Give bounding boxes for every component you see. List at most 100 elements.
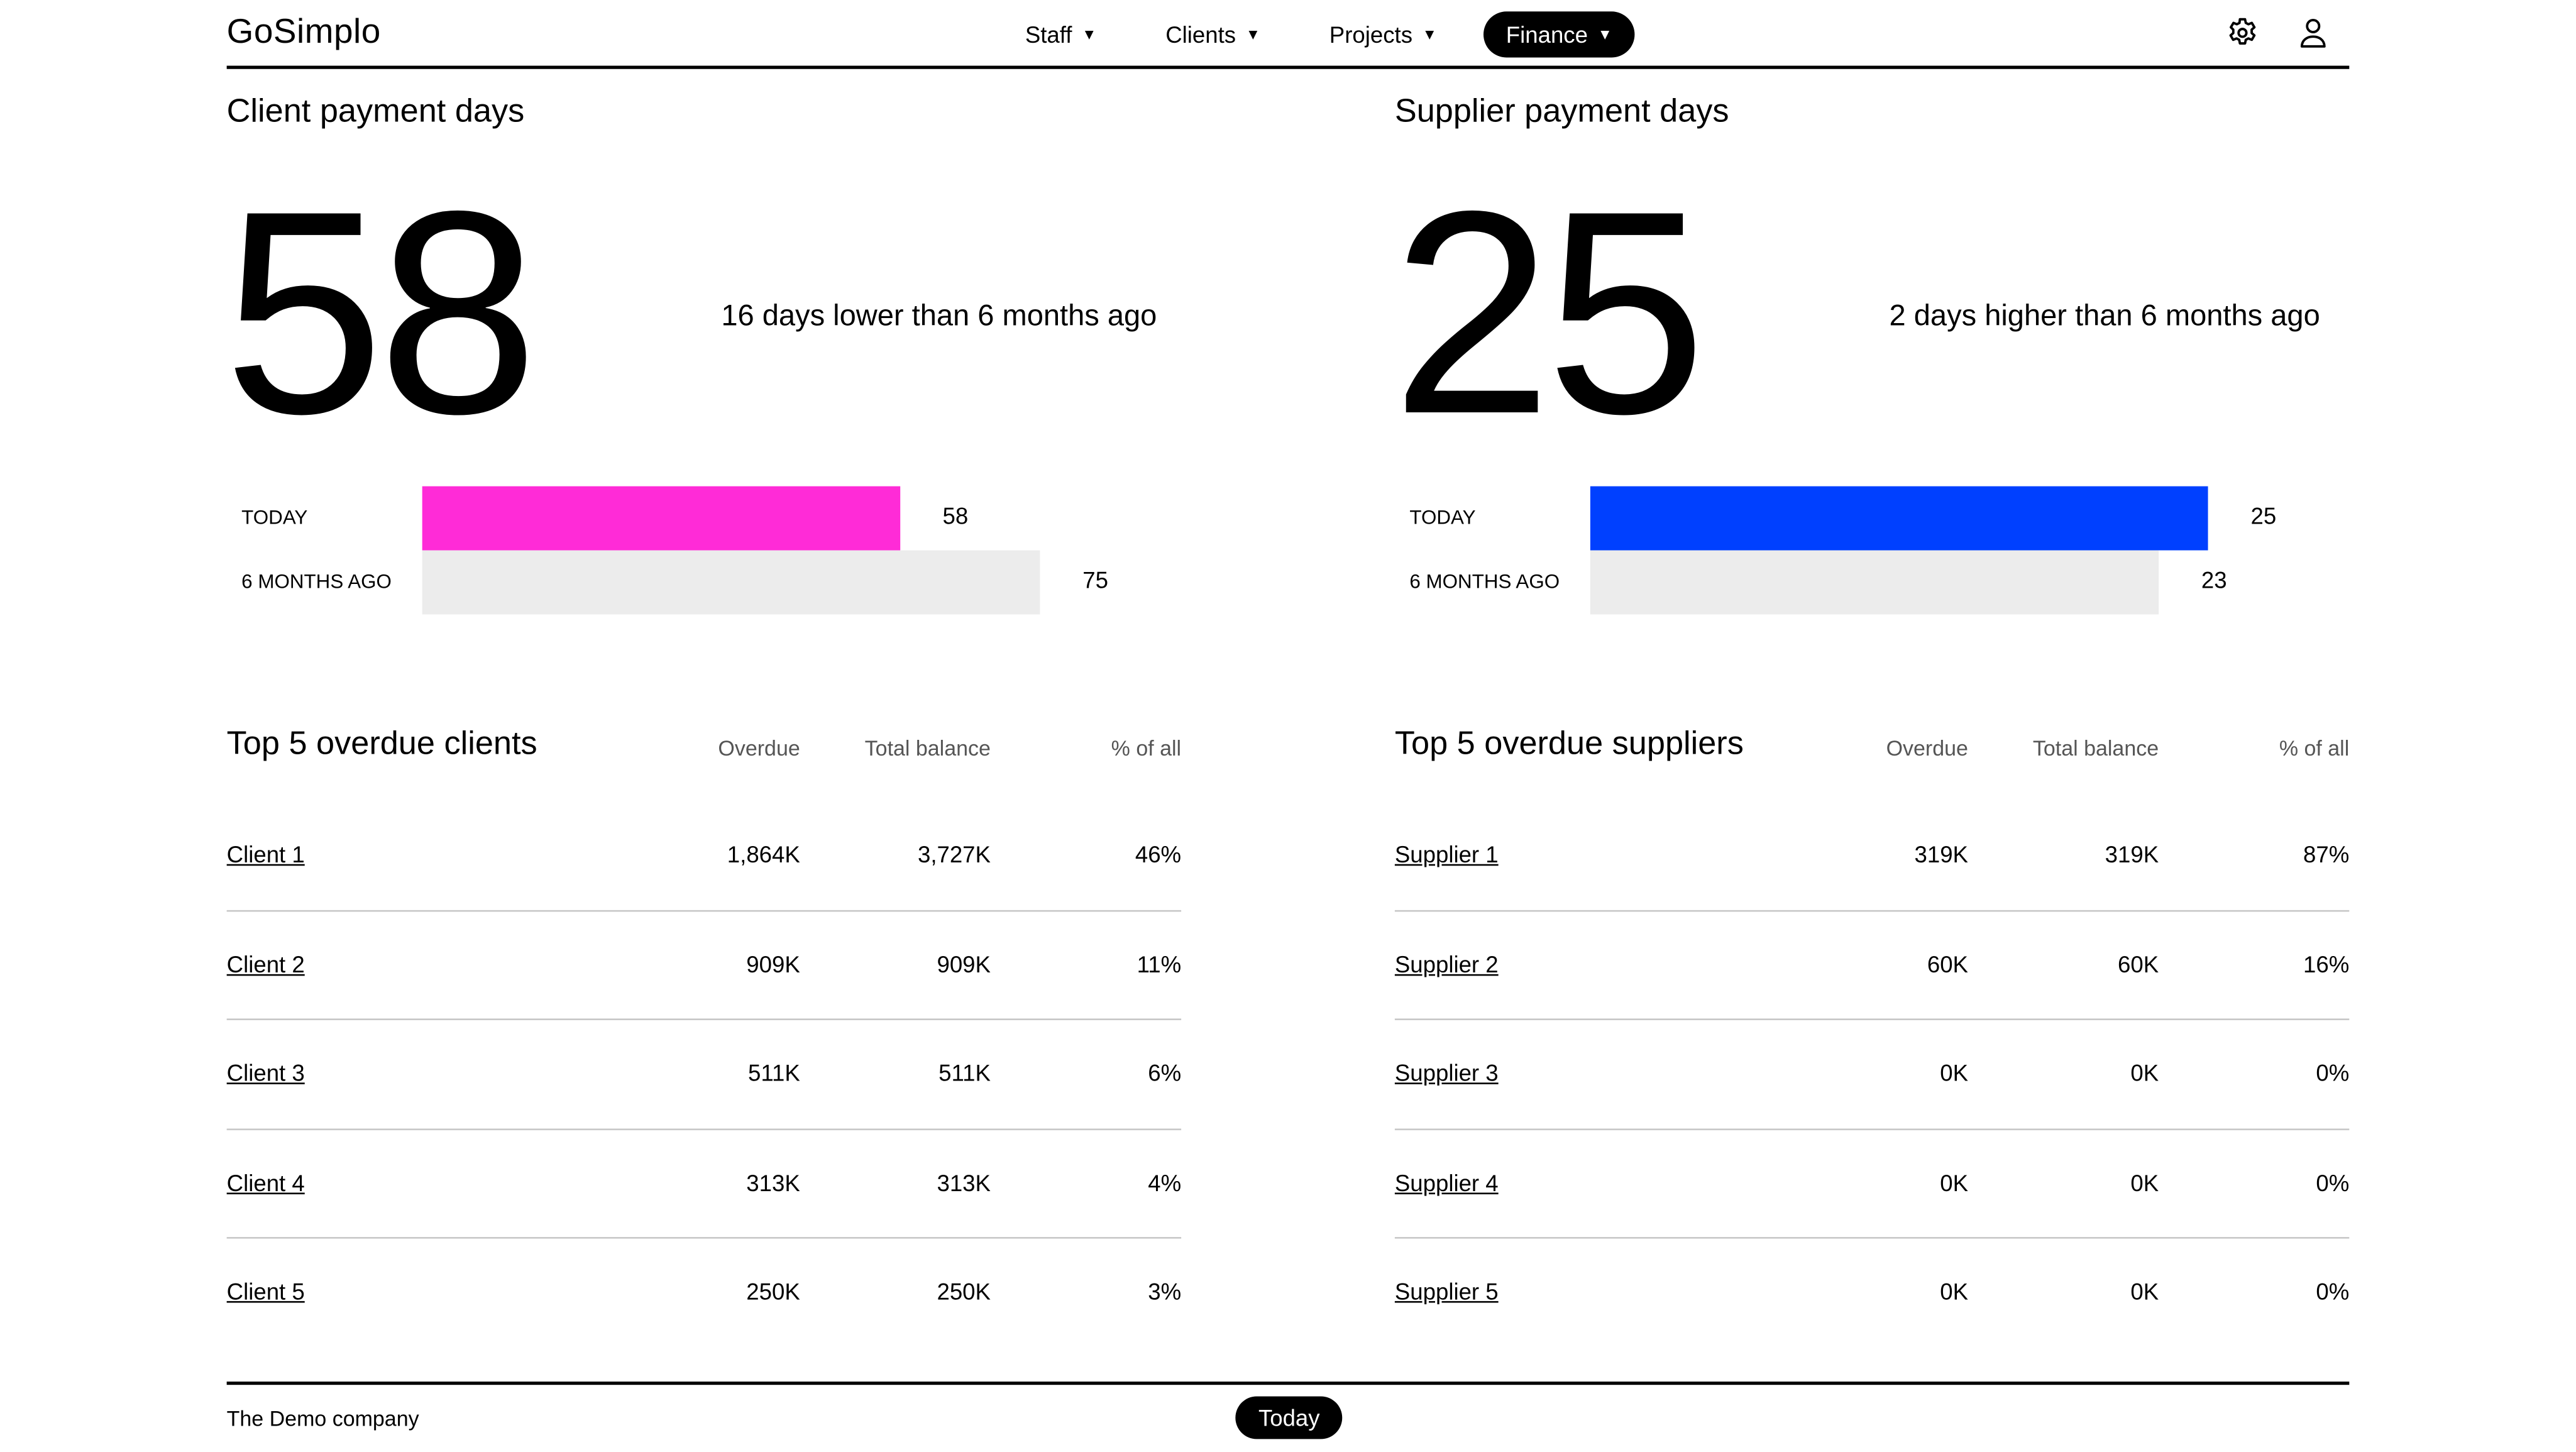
client-bar-label-6-months: 6 MONTHS AGO xyxy=(241,569,392,593)
pct-value: 3% xyxy=(1148,1278,1182,1305)
table-row: Supplier 3 0K 0K 0% xyxy=(1394,1020,2350,1130)
overdue-value: 511K xyxy=(748,1059,800,1086)
balance-value: 0K xyxy=(2130,1059,2159,1086)
table-row: Client 4 313K 313K 4% xyxy=(226,1130,1182,1239)
client-link[interactable]: Client 5 xyxy=(227,1278,305,1304)
nav-clients-label: Clients xyxy=(1165,21,1236,48)
client-bar-today xyxy=(422,486,900,551)
supplier-link[interactable]: Supplier 4 xyxy=(1395,1169,1499,1196)
nav-projects-label: Projects xyxy=(1329,21,1412,48)
table-body: Supplier 1 319K 319K 87% Supplier 2 60K 60K 16… xyxy=(1394,801,2350,1348)
overdue-value: 313K xyxy=(746,1169,800,1196)
nav-staff[interactable]: Staff ▼ xyxy=(1002,11,1120,57)
table-row: Client 2 909K 909K 11% xyxy=(226,911,1182,1020)
supplier-bar-label-6-months: 6 MONTHS AGO xyxy=(1409,569,1560,593)
finance-dashboard: GoSimplo Staff ▼ Clients ▼ Projects ▼ Finan… xyxy=(0,0,2576,1449)
client-link[interactable]: Client 2 xyxy=(227,950,305,977)
profile-button[interactable] xyxy=(2295,15,2331,51)
logo[interactable]: GoSimplo xyxy=(227,13,381,53)
client-bar-label-today: TODAY xyxy=(241,505,308,529)
pct-value: 4% xyxy=(1148,1169,1182,1196)
settings-button[interactable] xyxy=(2225,15,2260,51)
top-navigation-bar: GoSimplo Staff ▼ Clients ▼ Projects ▼ Finan… xyxy=(226,0,2350,69)
table-body: Client 1 1,864K 3,727K 46% Client 2 909K 909K… xyxy=(226,801,1182,1348)
table-row: Supplier 4 0K 0K 0% xyxy=(1394,1130,2350,1239)
balance-value: 3,727K xyxy=(917,841,991,867)
table-row: Client 1 1,864K 3,727K 46% xyxy=(226,801,1182,911)
user-icon xyxy=(2300,18,2326,48)
supplier-payment-days-title: Supplier payment days xyxy=(1394,93,1729,130)
column-header-total-balance: Total balance xyxy=(864,735,991,761)
supplier-link[interactable]: Supplier 5 xyxy=(1395,1278,1499,1304)
balance-value: 313K xyxy=(937,1169,991,1196)
overdue-value: 0K xyxy=(1940,1278,1968,1305)
overdue-value: 319K xyxy=(1914,841,1968,867)
balance-value: 0K xyxy=(2130,1278,2159,1305)
logo-text: GoSimplo xyxy=(226,13,381,52)
table-header: Top 5 overdue clients Overdue Total bala… xyxy=(227,720,1181,802)
client-link[interactable]: Client 4 xyxy=(227,1169,305,1196)
column-header-overdue: Overdue xyxy=(1886,735,1968,761)
balance-value: 60K xyxy=(2118,950,2159,977)
pct-value: 11% xyxy=(1137,950,1182,977)
pct-value: 0% xyxy=(2316,1278,2350,1305)
table-row: Client 3 511K 511K 6% xyxy=(226,1020,1182,1130)
gear-icon xyxy=(2229,18,2256,45)
column-header-overdue: Overdue xyxy=(718,735,800,761)
pct-value: 87% xyxy=(2303,841,2350,867)
overdue-value: 0K xyxy=(1940,1169,1968,1196)
supplier-link[interactable]: Supplier 1 xyxy=(1395,841,1499,867)
supplier-bar-today xyxy=(1590,486,2208,551)
nav-staff-label: Staff xyxy=(1025,21,1072,48)
pct-value: 0% xyxy=(2316,1059,2350,1086)
overdue-value: 250K xyxy=(746,1278,800,1305)
supplier-bar-6-months xyxy=(1590,550,2159,615)
company-name: The Demo company xyxy=(226,1406,419,1431)
client-link[interactable]: Client 1 xyxy=(227,841,305,867)
supplier-bar-value-6-months: 23 xyxy=(2201,566,2227,593)
pct-value: 46% xyxy=(1135,841,1182,867)
caret-down-icon: ▼ xyxy=(1245,26,1261,43)
supplier-bar-label-today: TODAY xyxy=(1409,505,1476,529)
table-header: Top 5 overdue suppliers Overdue Total ba… xyxy=(1395,720,2349,802)
overdue-suppliers-table: Top 5 overdue suppliers Overdue Total ba… xyxy=(1394,720,2350,1348)
client-payment-days-title: Client payment days xyxy=(226,93,525,130)
supplier-link[interactable]: Supplier 2 xyxy=(1395,950,1499,977)
column-header-total-balance: Total balance xyxy=(2032,735,2159,761)
balance-value: 250K xyxy=(937,1278,991,1305)
nav-clients[interactable]: Clients ▼ xyxy=(1143,11,1284,57)
balance-value: 909K xyxy=(937,950,991,977)
table-row: Client 5 250K 250K 3% xyxy=(227,1239,1181,1348)
caret-down-icon: ▼ xyxy=(1082,26,1097,43)
overdue-value: 0K xyxy=(1940,1059,1968,1086)
caret-down-icon: ▼ xyxy=(1422,26,1437,43)
client-bar-6-months xyxy=(422,550,1040,615)
nav-finance[interactable]: Finance ▼ xyxy=(1483,11,1636,58)
main-nav: Staff ▼ Clients ▼ Projects ▼ Finance ▼ xyxy=(1002,11,1658,58)
table-row: Supplier 1 319K 319K 87% xyxy=(1394,801,2350,911)
overdue-value: 60K xyxy=(1927,950,1968,977)
table-row: Supplier 5 0K 0K 0% xyxy=(1395,1239,2349,1348)
supplier-bar-value-today: 25 xyxy=(2250,502,2277,529)
column-header-pct-of-all: % of all xyxy=(2279,735,2350,761)
caret-down-icon: ▼ xyxy=(1597,26,1612,43)
supplier-payment-days-delta: 2 days higher than 6 months ago xyxy=(1889,299,2320,332)
footer: The Demo company Today xyxy=(226,1381,2350,1452)
pct-value: 6% xyxy=(1148,1059,1182,1086)
nav-projects[interactable]: Projects ▼ xyxy=(1306,11,1460,57)
table-row: Supplier 2 60K 60K 16% xyxy=(1394,911,2350,1020)
supplier-payment-days-value: 25 xyxy=(1391,153,1707,475)
balance-value: 0K xyxy=(2130,1169,2159,1196)
overdue-clients-table: Top 5 overdue clients Overdue Total bala… xyxy=(226,720,1182,1348)
today-button[interactable]: Today xyxy=(1235,1396,1343,1439)
column-header-pct-of-all: % of all xyxy=(1111,735,1182,761)
client-bar-value-today: 58 xyxy=(942,502,969,529)
overdue-value: 909K xyxy=(746,950,800,977)
overdue-clients-title: Top 5 overdue clients xyxy=(226,726,537,762)
nav-finance-label: Finance xyxy=(1505,21,1588,48)
pct-value: 0% xyxy=(2316,1169,2350,1196)
overdue-suppliers-title: Top 5 overdue suppliers xyxy=(1394,726,1744,762)
supplier-link[interactable]: Supplier 3 xyxy=(1395,1060,1499,1086)
client-payment-days-value: 58 xyxy=(223,153,538,475)
client-link[interactable]: Client 3 xyxy=(227,1060,305,1086)
